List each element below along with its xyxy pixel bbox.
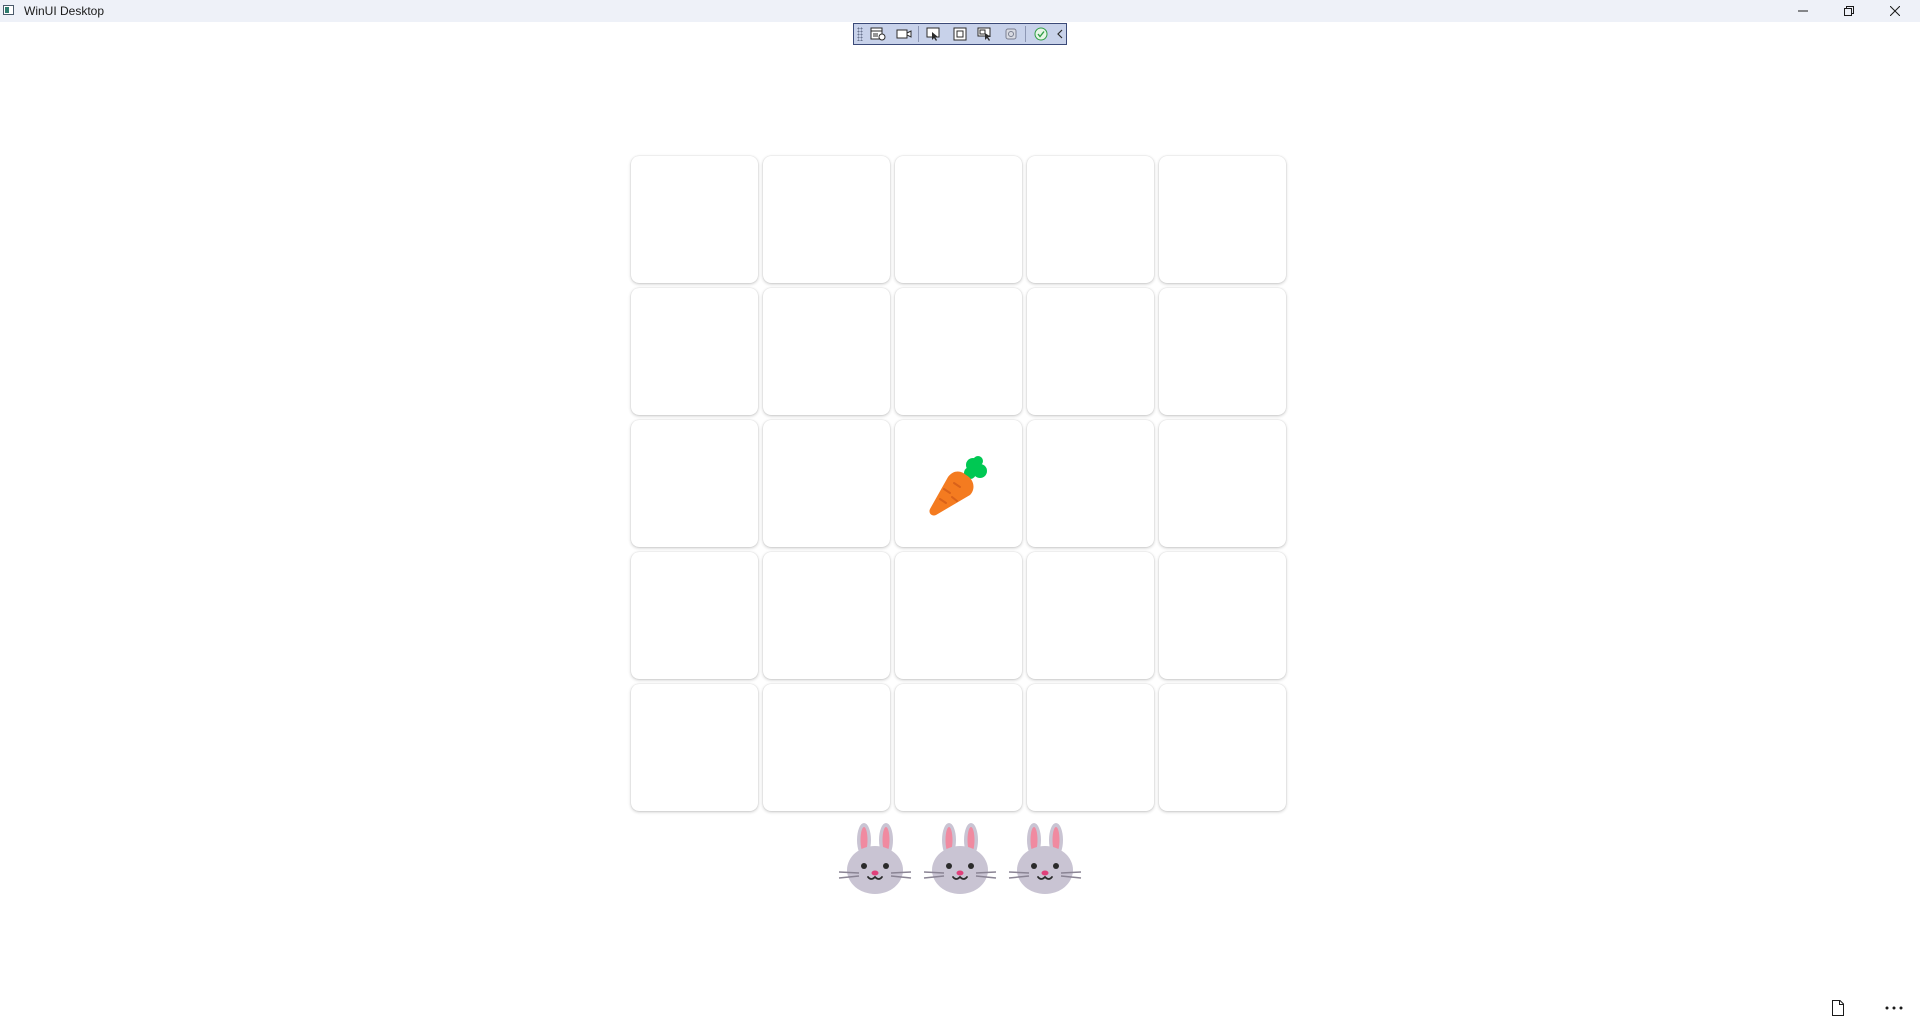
track-focused-element-button[interactable] (974, 25, 996, 43)
hot-reload-button[interactable] (1000, 25, 1022, 43)
file-icon (1832, 1000, 1844, 1016)
close-icon (1890, 6, 1900, 16)
collapse-chevron-icon (1057, 29, 1063, 39)
accessibility-check-icon (1034, 27, 1048, 41)
xaml-debug-toolbar (853, 23, 1067, 45)
grid-tile[interactable] (1027, 156, 1154, 283)
rabbit-face-icon (923, 823, 997, 894)
grid-tile[interactable] (631, 420, 758, 547)
grid-tile[interactable] (763, 684, 890, 811)
live-visual-tree-icon (870, 27, 886, 41)
grid-tile[interactable] (1027, 288, 1154, 415)
toolbar-separator (1025, 26, 1027, 42)
grid-tile[interactable] (1027, 552, 1154, 679)
more-icon (1885, 1006, 1903, 1010)
grid-tile[interactable] (631, 684, 758, 811)
grid-tile[interactable] (763, 156, 890, 283)
live-visual-tree-button[interactable] (867, 25, 889, 43)
restore-icon (1844, 6, 1854, 16)
close-button[interactable] (1872, 0, 1918, 22)
grid-tile[interactable] (895, 156, 1022, 283)
record-button[interactable] (893, 25, 915, 43)
window-title: WinUI Desktop (24, 4, 105, 18)
display-layout-adorners-icon (953, 27, 967, 41)
grid-tile[interactable] (895, 684, 1022, 811)
minimize-icon (1798, 10, 1808, 12)
collapse-toolbar-button[interactable] (1054, 25, 1066, 43)
grid-tile[interactable] (1027, 420, 1154, 547)
grid-tile[interactable] (763, 420, 890, 547)
select-element-button[interactable] (923, 25, 945, 43)
grid-tile[interactable] (1159, 552, 1286, 679)
more-button[interactable] (1882, 996, 1906, 1020)
grid-tile[interactable] (1027, 684, 1154, 811)
grid-tile[interactable] (1159, 420, 1286, 547)
restore-button[interactable] (1826, 0, 1872, 22)
grid-tile[interactable] (763, 288, 890, 415)
hot-reload-icon (1005, 28, 1017, 40)
grid-tile[interactable] (631, 552, 758, 679)
record-icon (896, 29, 912, 39)
grid-tile[interactable] (631, 156, 758, 283)
file-button[interactable] (1826, 996, 1850, 1020)
grid-tile[interactable] (1159, 684, 1286, 811)
grid-tile[interactable] (763, 552, 890, 679)
grid-tile[interactable] (1159, 156, 1286, 283)
carrot-icon (929, 456, 987, 516)
accessibility-check-button[interactable] (1030, 25, 1052, 43)
grid-tile[interactable] (631, 288, 758, 415)
toolbar-separator (917, 26, 919, 42)
grid-tile[interactable] (895, 552, 1022, 679)
minimize-button[interactable] (1780, 0, 1826, 22)
track-focused-element-icon (977, 27, 992, 41)
select-element-icon (926, 27, 940, 41)
grid-tile[interactable] (895, 288, 1022, 415)
toolbar-grip[interactable] (857, 27, 863, 41)
title-bar: WinUI Desktop (0, 0, 1920, 22)
app-icon (3, 5, 14, 15)
display-layout-adorners-button[interactable] (949, 25, 971, 43)
rabbit-face-icon (1008, 823, 1082, 894)
grid-tile[interactable] (1159, 288, 1286, 415)
rabbit-face-icon (838, 823, 912, 894)
